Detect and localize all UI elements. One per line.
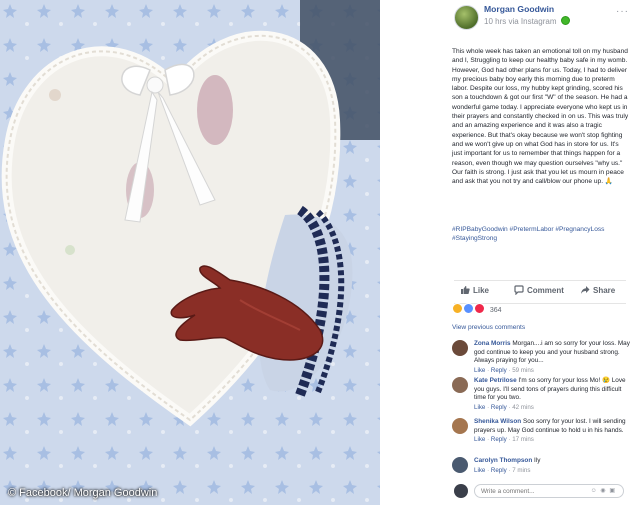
write-comment-row: ☺ ◉ ▣ — [454, 482, 630, 500]
commenter-name[interactable]: Zona Morris — [474, 340, 511, 347]
comment-time[interactable]: 17 mins — [512, 436, 534, 443]
author-avatar[interactable] — [454, 5, 479, 30]
sad-reaction-icon — [452, 303, 463, 314]
post-header: Morgan Goodwin 10 hrs via Instagram ··· — [454, 4, 629, 32]
commenter-avatar[interactable] — [452, 418, 468, 434]
post-text: This whole week has taken an emotional t… — [452, 48, 629, 186]
comment-button[interactable]: Comment — [514, 285, 564, 296]
thumbs-up-icon — [461, 286, 470, 294]
commenter-name[interactable]: Kate Petrilose — [474, 377, 517, 384]
post-actions: Like Comment Share — [454, 280, 626, 304]
baby-photo-image — [0, 0, 380, 505]
comment-reply-link[interactable]: Reply — [491, 467, 507, 474]
comment-reply-link[interactable]: Reply — [491, 367, 507, 374]
post-timestamp[interactable]: 10 hrs via Instagram — [484, 17, 556, 26]
share-button[interactable]: Share — [580, 285, 615, 295]
love-reaction-icon — [473, 303, 485, 314]
comment-time[interactable]: 42 mins — [512, 404, 534, 411]
comment-icon — [514, 285, 524, 296]
post-meta: 10 hrs via Instagram — [484, 16, 570, 26]
privacy-icon — [560, 16, 570, 25]
post-photo[interactable]: © Facebook/ Morgan Goodwin — [0, 0, 380, 505]
comment-like-link[interactable]: Like — [474, 436, 485, 443]
view-previous-comments[interactable]: View previous comments — [452, 324, 525, 331]
photo-caption: © Facebook/ Morgan Goodwin — [8, 487, 158, 499]
like-reaction-icon — [462, 303, 474, 314]
comment-like-link[interactable]: Like — [474, 404, 485, 411]
author-name[interactable]: Morgan Goodwin — [484, 4, 554, 14]
comment-like-link[interactable]: Like — [474, 467, 485, 474]
like-button[interactable]: Like — [460, 285, 489, 295]
comment-reply-link[interactable]: Reply — [491, 436, 507, 443]
commenter-name[interactable]: Carolyn Thompson — [474, 457, 532, 464]
comment-text: Ily — [534, 457, 541, 464]
share-icon — [581, 286, 590, 294]
commenter-avatar[interactable] — [452, 377, 468, 393]
comment-reply-link[interactable]: Reply — [491, 404, 507, 411]
current-user-avatar[interactable] — [454, 484, 468, 498]
comment-attachment-icons[interactable]: ☺ ◉ ▣ — [591, 487, 616, 494]
commenter-name[interactable]: Shenika Wilson — [474, 418, 521, 425]
reaction-count: 364 — [489, 307, 502, 314]
commenter-avatar[interactable] — [452, 457, 468, 473]
like-label: Like — [473, 286, 490, 295]
more-options-icon[interactable]: ··· — [616, 6, 629, 17]
comment-time[interactable]: 59 mins — [512, 367, 534, 374]
post-panel: Morgan Goodwin 10 hrs via Instagram ··· … — [442, 0, 634, 505]
share-label: Share — [593, 286, 616, 295]
comment-like-link[interactable]: Like — [474, 367, 485, 374]
commenter-avatar[interactable] — [452, 340, 468, 356]
reaction-summary[interactable]: 364 — [452, 303, 502, 315]
post-hashtags[interactable]: #RIPBabyGoodwin #PretermLabor #Pregnancy… — [452, 225, 630, 244]
comment-label: Comment — [527, 286, 564, 295]
comment-time[interactable]: 7 mins — [512, 467, 530, 474]
